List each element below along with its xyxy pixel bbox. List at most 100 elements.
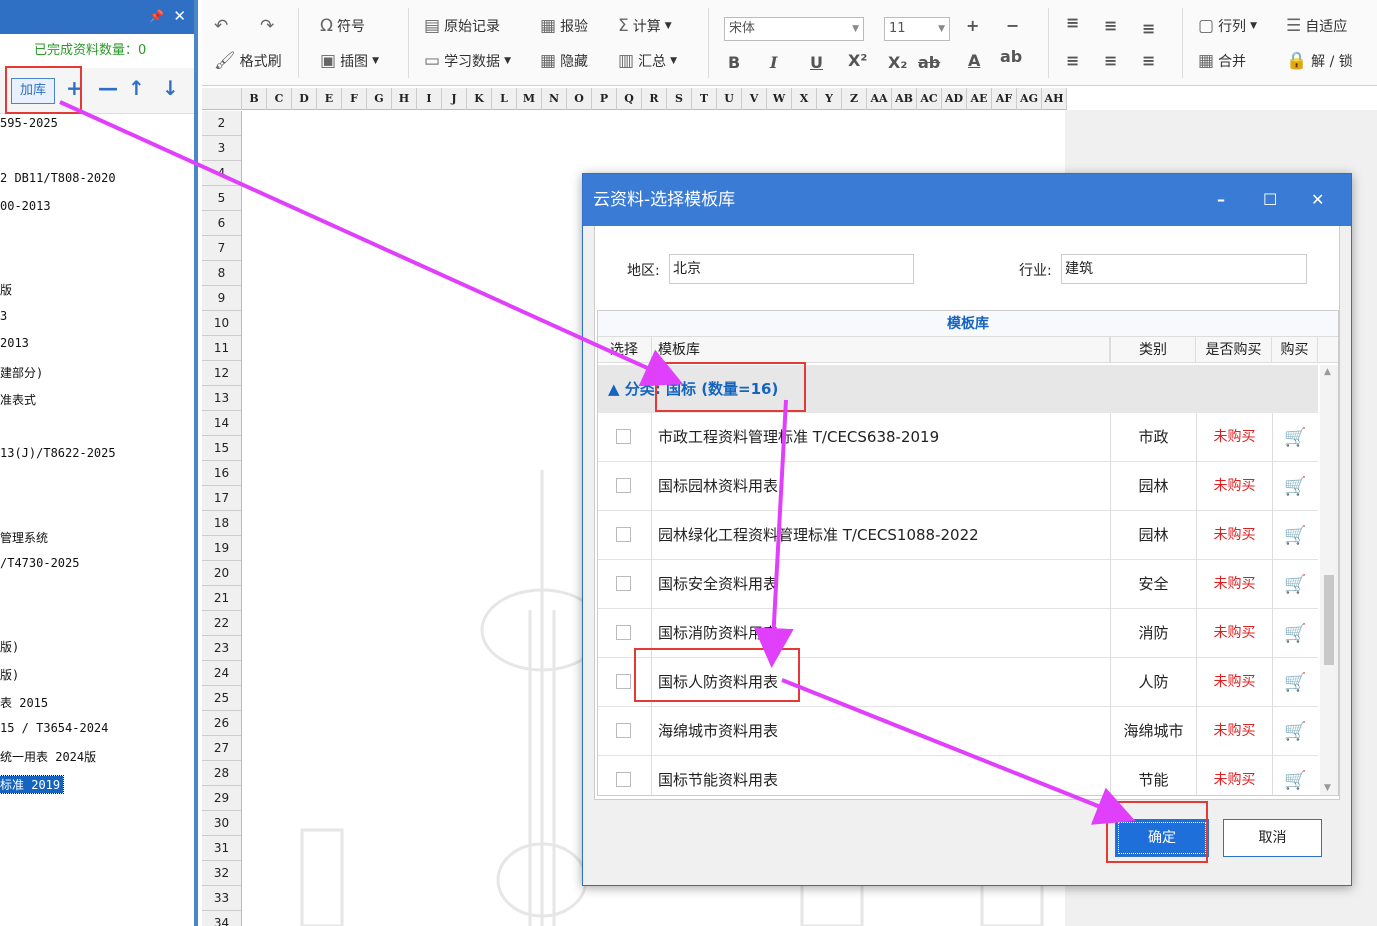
row-header-cell[interactable]: 9 <box>202 286 241 311</box>
column-header-cell[interactable]: F <box>342 88 367 110</box>
column-header-cell[interactable]: V <box>742 88 767 110</box>
align-left-icon[interactable]: ≡ <box>1066 51 1079 70</box>
row-checkbox[interactable] <box>616 674 631 689</box>
library-list-item[interactable]: 管理系统 <box>0 529 48 546</box>
lock-toggle-button[interactable]: 🔒 解 / 锁 <box>1286 51 1353 71</box>
row-checkbox[interactable] <box>616 527 631 542</box>
merge-button[interactable]: ▦ 合并 <box>1198 51 1246 71</box>
rowcol-button[interactable]: ▢ 行列 ▼ <box>1198 16 1257 36</box>
library-list-item[interactable]: 15 / T3654-2024 <box>0 721 108 735</box>
cart-icon[interactable]: 🛒 <box>1272 658 1318 707</box>
column-header-cell[interactable]: C <box>267 88 292 110</box>
row-header-cell[interactable]: 15 <box>202 436 241 461</box>
row-header-cell[interactable]: 30 <box>202 811 241 836</box>
close-icon[interactable]: ✕ <box>173 7 186 25</box>
font-size-select[interactable]: 11 ▼ <box>884 17 950 41</box>
grid-scrollbar[interactable]: ▲ ▼ <box>1320 365 1338 795</box>
column-header-cell[interactable]: K <box>467 88 492 110</box>
industry-field[interactable]: 建筑 <box>1061 254 1307 284</box>
row-header-cell[interactable]: 27 <box>202 736 241 761</box>
library-list-item[interactable]: 3 <box>0 309 7 323</box>
cart-icon[interactable]: 🛒 <box>1272 609 1318 658</box>
row-header-cell[interactable]: 29 <box>202 786 241 811</box>
library-list-item[interactable]: 建部分) <box>0 364 43 381</box>
row-header-cell[interactable]: 24 <box>202 661 241 686</box>
scroll-up-icon[interactable]: ▲ <box>1324 367 1331 377</box>
font-family-select[interactable]: 宋体 ▼ <box>724 17 864 41</box>
superscript-icon[interactable]: X² <box>848 51 867 70</box>
column-header-cell[interactable]: L <box>492 88 517 110</box>
column-header-cell[interactable]: R <box>642 88 667 110</box>
column-header-cell[interactable]: G <box>367 88 392 110</box>
column-header-cell[interactable]: D <box>292 88 317 110</box>
row-header-cell[interactable]: 34 <box>202 911 241 926</box>
library-list-item[interactable]: 2 DB11/T808-2020 <box>0 171 116 185</box>
column-header-cell[interactable]: AC <box>917 88 942 110</box>
move-down-icon[interactable]: ↓ <box>162 76 179 100</box>
table-row[interactable]: 海绵城市资料用表 海绵城市 未购买 🛒 <box>598 707 1318 756</box>
format-painter-button[interactable]: 🖌 格式刷 <box>214 51 282 71</box>
cancel-button[interactable]: 取消 <box>1223 819 1322 857</box>
row-header-cell[interactable]: 31 <box>202 836 241 861</box>
library-list-item[interactable]: 13(J)/T8622-2025 <box>0 446 116 460</box>
table-row[interactable]: 市政工程资料管理标准 T/CECS638-2019 市政 未购买 🛒 <box>598 413 1318 462</box>
row-header-cell[interactable]: 25 <box>202 686 241 711</box>
row-header-cell[interactable]: 7 <box>202 236 241 261</box>
library-list-item[interactable]: 00-2013 <box>0 199 51 213</box>
remove-icon[interactable]: — <box>98 76 118 100</box>
raw-record-button[interactable]: ▤ 原始记录 <box>424 16 500 36</box>
row-header-cell[interactable]: 12 <box>202 361 241 386</box>
row-header-cell[interactable]: 17 <box>202 486 241 511</box>
table-row[interactable]: 园林绿化工程资料管理标准 T/CECS1088-2022 园林 未购买 🛒 <box>598 511 1318 560</box>
align-center-icon[interactable]: ≡ <box>1104 51 1117 70</box>
row-header-cell[interactable]: 16 <box>202 461 241 486</box>
row-checkbox[interactable] <box>616 772 631 787</box>
maximize-icon[interactable]: ☐ <box>1263 174 1277 226</box>
library-list-item[interactable]: 版 <box>0 281 12 298</box>
column-header-cell[interactable]: M <box>517 88 542 110</box>
row-header-cell[interactable]: 11 <box>202 336 241 361</box>
column-header-cell[interactable]: Z <box>842 88 867 110</box>
row-header-cell[interactable]: 28 <box>202 761 241 786</box>
column-header-cell[interactable]: H <box>392 88 417 110</box>
library-list-item[interactable]: 准表式 <box>0 391 36 408</box>
decrease-font-icon[interactable]: − <box>1006 16 1019 35</box>
column-header-cell[interactable]: T <box>692 88 717 110</box>
font-color-icon[interactable]: A <box>968 51 980 70</box>
column-header-cell[interactable]: AA <box>867 88 892 110</box>
column-header-cell[interactable]: AF <box>992 88 1017 110</box>
column-header-cell[interactable]: AH <box>1042 88 1067 110</box>
row-header-cell[interactable]: 8 <box>202 261 241 286</box>
align-top-icon[interactable]: ≡ <box>1066 13 1079 32</box>
increase-font-icon[interactable]: + <box>966 16 979 35</box>
library-list-item[interactable]: 统一用表 2024版 <box>0 748 96 765</box>
column-header-cell[interactable]: J <box>442 88 467 110</box>
scroll-down-icon[interactable]: ▼ <box>1324 783 1331 793</box>
scrollbar-thumb[interactable] <box>1324 575 1334 665</box>
column-header-cell[interactable]: AD <box>942 88 967 110</box>
autofit-button[interactable]: ☰ 自适应 <box>1286 16 1347 36</box>
row-header-cell[interactable]: 32 <box>202 861 241 886</box>
move-up-icon[interactable]: ↑ <box>128 76 145 100</box>
subscript-icon[interactable]: X₂ <box>888 53 907 72</box>
library-list-item[interactable]: 595-2025 <box>0 116 58 130</box>
strikethrough-icon[interactable]: ab <box>918 53 940 72</box>
minimize-icon[interactable]: – <box>1217 174 1225 226</box>
column-header-cell[interactable]: B <box>242 88 267 110</box>
cart-icon[interactable]: 🛒 <box>1272 560 1318 609</box>
row-checkbox[interactable] <box>616 576 631 591</box>
calc-button[interactable]: Σ 计算 ▼ <box>618 16 672 36</box>
column-header-cell[interactable]: U <box>717 88 742 110</box>
close-icon[interactable]: ✕ <box>1311 174 1324 226</box>
row-header-cell[interactable]: 18 <box>202 511 241 536</box>
row-header-cell[interactable]: 13 <box>202 386 241 411</box>
region-field[interactable]: 北京 <box>669 254 914 284</box>
cart-icon[interactable]: 🛒 <box>1272 707 1318 756</box>
row-header-cell[interactable]: 20 <box>202 561 241 586</box>
column-header-cell[interactable]: E <box>317 88 342 110</box>
column-header-cell[interactable]: AG <box>1017 88 1042 110</box>
report-check-button[interactable]: ▦ 报验 <box>540 16 588 36</box>
cart-icon[interactable]: 🛒 <box>1272 756 1318 795</box>
bold-icon[interactable]: B <box>728 53 740 72</box>
cart-icon[interactable]: 🛒 <box>1272 511 1318 560</box>
